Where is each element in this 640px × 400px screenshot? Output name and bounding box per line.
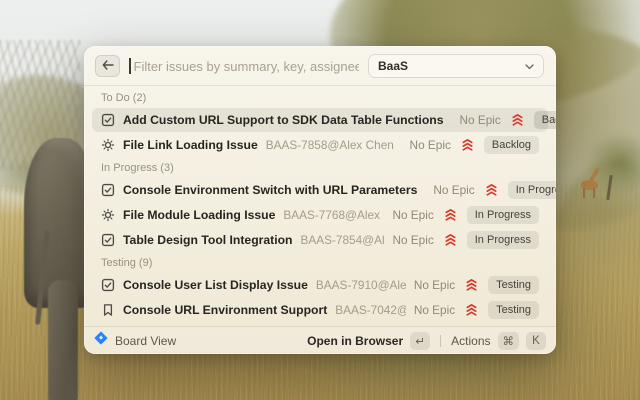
task-checkbox-icon [101,183,115,197]
priority-highest-icon [465,278,478,292]
issue-row[interactable]: Console Environment Switch with URL Para… [92,178,548,202]
issue-epic: No Epic [414,278,455,292]
issue-epic: No Epic [392,233,433,247]
section-label: Testing (9) [101,257,539,270]
back-button[interactable] [95,55,120,77]
issue-epic: No Epic [410,138,451,152]
issue-row[interactable]: File Module Loading Issue BAAS-7768@Alex… [92,203,548,227]
search-header: BaaS [84,46,556,85]
text-caret [129,58,131,74]
status-badge: In Progress [467,231,539,249]
task-checkbox-icon [101,233,115,247]
footer-divider [440,335,441,347]
issue-key-assignee: BAAS-7042@Mike Liu [335,303,406,317]
k-key-badge: K [526,332,546,350]
issue-epic: No Epic [414,303,455,317]
priority-highest-icon [511,113,524,127]
jira-icon [94,331,108,350]
issue-section: In Progress (3) Console Environment Swit… [92,162,548,252]
footer-bar: Board View Open in Browser ↵ Actions ⌘ K [84,326,556,354]
status-badge: Backlog [484,136,539,154]
board-view-button[interactable]: Board View [94,331,176,350]
issue-epic: No Epic [459,113,500,127]
task-checkbox-icon [101,113,115,127]
issue-filter-window: BaaS To Do (2) Add Custom URL Support to… [84,46,556,354]
status-badge: In Progress [467,206,539,224]
giraffe-leg [583,188,585,198]
issue-row[interactable]: File Link Loading Issue BAAS-7858@Alex C… [92,133,548,157]
giraffe-leg [593,188,595,198]
issue-epic: No Epic [433,183,474,197]
status-badge: Testing [488,276,539,294]
elephant-leg [48,280,78,400]
issue-key-assignee: BAAS-7768@Alex Chen [283,208,384,222]
bug-icon [101,208,115,222]
priority-highest-icon [461,138,474,152]
issue-title: Console Environment Switch with URL Para… [123,183,417,197]
section-label: In Progress (3) [101,162,539,175]
project-dropdown[interactable]: BaaS [368,54,544,78]
issue-title: File Module Loading Issue [123,208,275,222]
issue-list: To Do (2) Add Custom URL Support to SDK … [84,86,556,326]
section-rows: Add Custom URL Support to SDK Data Table… [92,108,548,157]
issue-section: Testing (9) Console User List Display Is… [92,257,548,322]
issue-title: File Link Loading Issue [123,138,258,152]
section-rows: Console Environment Switch with URL Para… [92,178,548,252]
priority-highest-icon [444,208,457,222]
project-dropdown-value: BaaS [378,59,408,73]
issue-title: Add Custom URL Support to SDK Data Table… [123,113,443,127]
chevron-down-icon [525,57,534,75]
section-rows: Console User List Display Issue BAAS-791… [92,273,548,322]
bookmark-icon [101,303,115,317]
status-badge: Testing [488,301,539,319]
issue-title: Console User List Display Issue [123,278,308,292]
bug-icon [101,138,115,152]
return-key-badge: ↵ [410,332,430,350]
open-in-browser-button[interactable]: Open in Browser [307,334,403,348]
issue-title: Console URL Environment Support [123,303,327,317]
issue-title: Table Design Tool Integration [123,233,293,247]
command-key-badge: ⌘ [498,332,520,350]
issue-row[interactable]: Add Custom URL Support to SDK Data Table… [92,108,548,132]
issue-epic: No Epic [392,208,433,222]
issue-section: To Do (2) Add Custom URL Support to SDK … [92,92,548,157]
priority-highest-icon [444,233,457,247]
board-view-label: Board View [115,334,176,348]
section-label: To Do (2) [101,92,539,105]
status-badge: Backlog [534,111,556,129]
issue-row[interactable]: Console URL Environment Support BAAS-704… [92,298,548,322]
actions-button[interactable]: Actions [451,334,490,348]
priority-highest-icon [465,303,478,317]
issue-key-assignee: BAAS-7858@Alex Chen [266,138,402,152]
issue-key-assignee: BAAS-7854@Alex Chen [301,233,385,247]
issue-row[interactable]: Table Design Tool Integration BAAS-7854@… [92,228,548,252]
search-input[interactable] [134,59,360,74]
status-badge: In Progress [508,181,556,199]
arrow-left-icon [102,57,114,75]
priority-highest-icon [485,183,498,197]
issue-key-assignee: BAAS-7910@Alex Chen [316,278,406,292]
task-checkbox-icon [101,278,115,292]
issue-row[interactable]: Console User List Display Issue BAAS-791… [92,273,548,297]
